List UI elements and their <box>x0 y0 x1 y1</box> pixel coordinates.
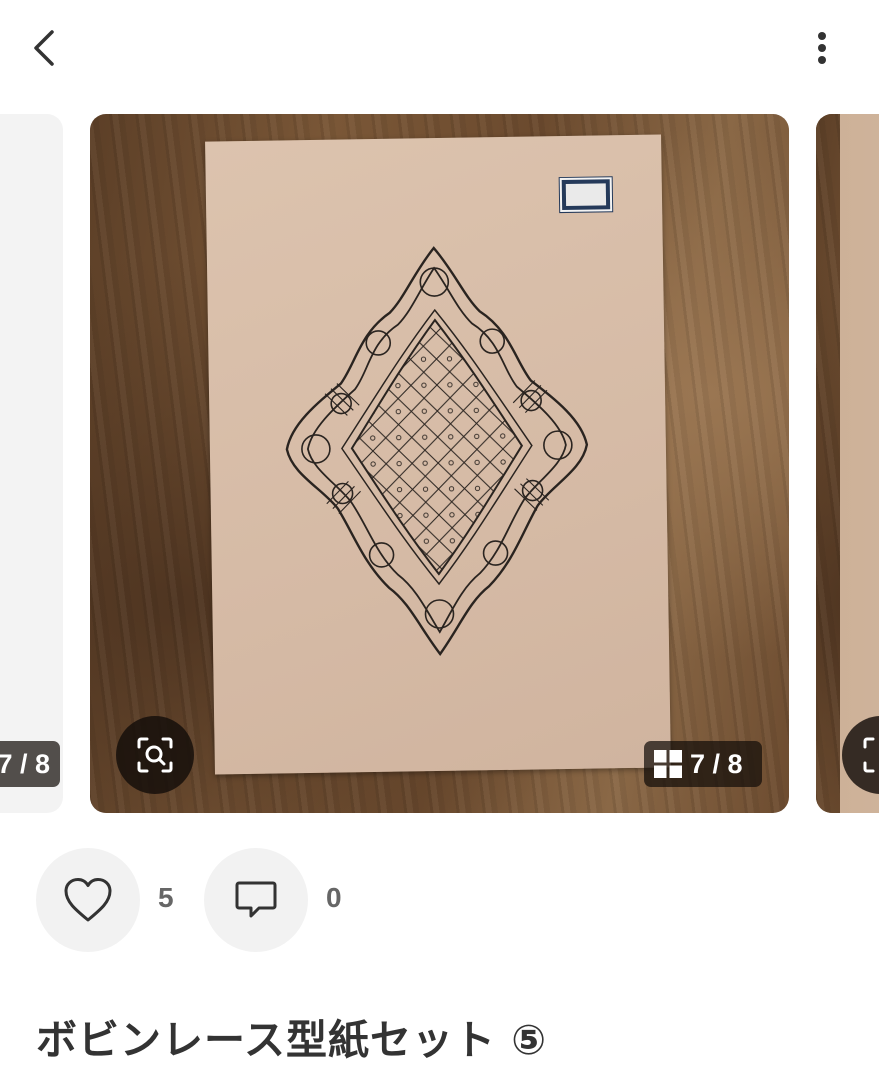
grid-icon <box>654 750 682 778</box>
comment-button[interactable] <box>204 848 308 952</box>
chevron-left-icon <box>34 30 54 66</box>
vertical-ellipsis-icon <box>818 32 826 64</box>
heart-outline-icon <box>64 878 112 922</box>
image-counter[interactable]: 7 / 8 <box>644 741 762 787</box>
image-search-icon <box>137 737 173 773</box>
top-bar <box>0 0 879 100</box>
paper-stamp-label <box>559 177 613 213</box>
back-button[interactable] <box>22 24 66 72</box>
speech-bubble-icon <box>235 881 277 918</box>
image-counter-text: 7 / 8 <box>690 748 743 779</box>
image-counter-previous-text: 7 / 8 <box>0 748 50 779</box>
image-search-icon <box>863 737 875 773</box>
lace-pattern-drawing <box>285 246 589 657</box>
pattern-paper <box>205 134 671 775</box>
post-title: ボビンレース型紙セット ⑤ <box>36 1016 547 1064</box>
like-count: 5 <box>158 882 174 913</box>
image-counter-previous: 7 / 8 <box>0 741 60 787</box>
carousel-slide-next[interactable] <box>816 114 879 813</box>
carousel-slide-previous[interactable]: 7 / 8 <box>0 114 63 813</box>
image-carousel[interactable]: 7 / 8 7 / 8 <box>0 114 879 813</box>
comment-count: 0 <box>326 882 342 913</box>
like-button[interactable] <box>36 848 140 952</box>
carousel-slide-current[interactable]: 7 / 8 <box>90 114 789 813</box>
pattern-paper-next <box>840 114 879 813</box>
more-options-button[interactable] <box>800 26 844 70</box>
image-search-button[interactable] <box>116 716 194 794</box>
